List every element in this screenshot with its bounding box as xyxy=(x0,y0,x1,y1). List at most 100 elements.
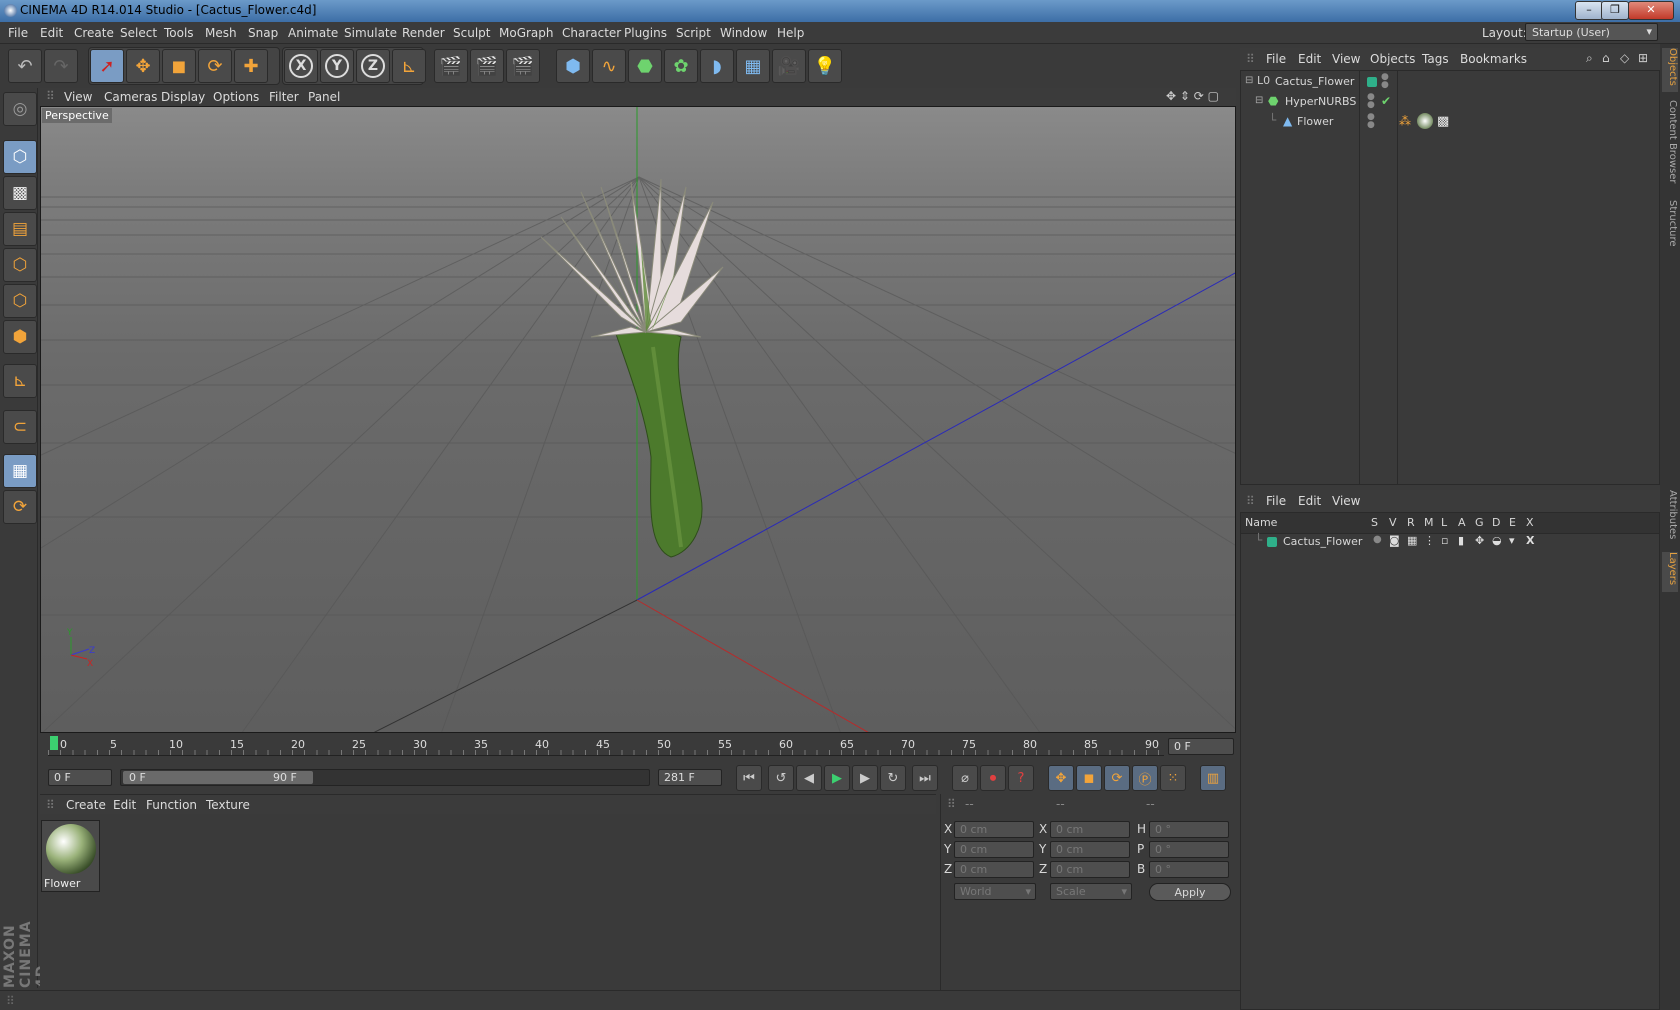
move-button[interactable]: ✥ xyxy=(126,49,160,83)
position-z-field[interactable]: 0 cm xyxy=(954,861,1034,878)
layer-menu-edit[interactable]: Edit xyxy=(1298,494,1321,508)
menu-mesh[interactable]: Mesh xyxy=(205,26,237,40)
add-floor-button[interactable]: ▦ xyxy=(736,49,770,83)
uvw-tag-icon[interactable]: ▩ xyxy=(1437,114,1449,129)
layout-select[interactable]: Startup (User) ▾ xyxy=(1525,23,1658,41)
solo-toggle-icon[interactable]: ● xyxy=(1373,534,1382,545)
next-frame-button[interactable]: ▶ xyxy=(852,765,878,791)
collapse-toggle-icon[interactable]: ⊟ xyxy=(1245,75,1253,86)
axis-z-button[interactable]: Z xyxy=(356,49,390,83)
animation-toggle-icon[interactable]: ▮ xyxy=(1458,534,1464,547)
max-frame-field[interactable]: 281 F xyxy=(658,769,722,786)
tab-attributes[interactable]: Attributes xyxy=(1662,490,1678,548)
playhead-marker[interactable] xyxy=(50,736,58,750)
menu-select[interactable]: Select xyxy=(120,26,157,40)
workplane-lock-button[interactable]: ▦ xyxy=(3,454,37,488)
render-toggle-icon[interactable]: ▦ xyxy=(1407,534,1417,547)
add-cube-button[interactable]: ⬢ xyxy=(556,49,590,83)
model-mode-button[interactable]: ⬡ xyxy=(3,140,37,174)
viewport-menu-display[interactable]: Display xyxy=(161,90,205,104)
minimize-button[interactable]: – xyxy=(1575,1,1603,20)
next-key-button[interactable]: ↻ xyxy=(880,765,906,791)
object-menu-edit[interactable]: Edit xyxy=(1298,52,1321,66)
menu-edit[interactable]: Edit xyxy=(40,26,63,40)
manager-toggle-icon[interactable]: ⋮ xyxy=(1424,534,1435,547)
menu-snap[interactable]: Snap xyxy=(248,26,278,40)
parameter-key-button[interactable]: Ⓟ xyxy=(1132,765,1158,791)
new-panel-icon[interactable]: ⊞ xyxy=(1638,51,1648,65)
menu-file[interactable]: File xyxy=(8,26,28,40)
rotate-button[interactable]: ⟳ xyxy=(198,49,232,83)
enabled-check-icon[interactable]: ✔ xyxy=(1381,94,1391,108)
add-mograph-button[interactable]: ✿ xyxy=(664,49,698,83)
add-deformer-button[interactable]: ◗ xyxy=(700,49,734,83)
add-tool-button[interactable]: ✚ xyxy=(234,49,268,83)
axis-x-button[interactable]: X xyxy=(284,49,318,83)
size-y-field[interactable]: 0 cm xyxy=(1050,841,1130,858)
size-x-field[interactable]: 0 cm xyxy=(1050,821,1130,838)
maximize-button[interactable]: ❐ xyxy=(1601,1,1629,20)
previous-key-button[interactable]: ↺ xyxy=(768,765,794,791)
visibility-dots-icon[interactable]: ● ● xyxy=(1367,113,1375,130)
position-key-button[interactable]: ✥ xyxy=(1048,765,1074,791)
object-menu-tags[interactable]: Tags xyxy=(1422,52,1449,66)
add-camera-button[interactable]: 🎥 xyxy=(772,49,806,83)
live-select-button[interactable]: ➚ xyxy=(90,49,124,83)
deformer-toggle-icon[interactable]: ◒ xyxy=(1492,534,1502,547)
tab-layers[interactable]: Layers xyxy=(1662,552,1678,592)
layer-row[interactable]: └ Cactus_Flower ● ◙ ▦ ⋮ ▫ ▮ ✥ ◒ ▾ X xyxy=(1241,533,1659,553)
menu-simulate[interactable]: Simulate xyxy=(344,26,397,40)
layer-menu-view[interactable]: View xyxy=(1332,494,1360,508)
object-menu-file[interactable]: File xyxy=(1266,52,1286,66)
menu-character[interactable]: Character xyxy=(562,26,621,40)
menu-sculpt[interactable]: Sculpt xyxy=(453,26,490,40)
viewport-nav-icons[interactable]: ✥ ⇕ ⟳ ▢ xyxy=(1166,89,1219,103)
render-settings-button[interactable]: 🎬 xyxy=(506,49,540,83)
go-to-start-button[interactable]: ⏮ xyxy=(736,765,762,791)
object-row[interactable]: ⊟ L0 Cactus_Flower ● ● xyxy=(1241,73,1659,93)
frame-readout-field[interactable]: 0 F xyxy=(1168,738,1234,755)
viewport-menu-filter[interactable]: Filter xyxy=(269,90,299,104)
texture-mode-button[interactable]: ▩ xyxy=(3,176,37,210)
viewport-menu-view[interactable]: View xyxy=(64,90,92,104)
generator-toggle-icon[interactable]: ✥ xyxy=(1475,534,1484,547)
visibility-dots-icon[interactable]: ● ● xyxy=(1367,93,1375,110)
position-y-field[interactable]: 0 cm xyxy=(954,841,1034,858)
scale-key-button[interactable]: ◼ xyxy=(1076,765,1102,791)
add-light-button[interactable]: 💡 xyxy=(808,49,842,83)
material-swatch[interactable]: Flower xyxy=(41,820,100,892)
rotation-b-field[interactable]: 0 ° xyxy=(1149,861,1229,878)
add-nurbs-button[interactable]: ⬣ xyxy=(628,49,662,83)
play-button[interactable]: ▶ xyxy=(824,765,850,791)
eye-icon[interactable]: ◙ xyxy=(1389,534,1400,547)
coordinate-system-button[interactable]: ⊾ xyxy=(392,49,426,83)
menu-render[interactable]: Render xyxy=(402,26,445,40)
size-z-field[interactable]: 0 cm xyxy=(1050,861,1130,878)
make-editable-button[interactable]: ◎ xyxy=(3,92,37,126)
viewport-menu-options[interactable]: Options xyxy=(213,90,259,104)
go-to-end-button[interactable]: ⏭ xyxy=(912,765,938,791)
expression-toggle-icon[interactable]: ▾ xyxy=(1509,534,1515,547)
timeline-ruler[interactable]: 0 5 10 15 20 25 30 35 40 45 50 55 60 65 … xyxy=(48,734,1168,758)
render-view-button[interactable]: 🎬 xyxy=(434,49,468,83)
home-icon[interactable]: ⌂ xyxy=(1602,51,1610,65)
material-menu-texture[interactable]: Texture xyxy=(206,798,250,812)
timeline-button[interactable]: ▥ xyxy=(1200,765,1226,791)
pla-key-button[interactable]: ⁙ xyxy=(1160,765,1186,791)
object-menu-view[interactable]: View xyxy=(1332,52,1360,66)
current-frame-field[interactable]: 0 F xyxy=(48,769,112,786)
polygons-mode-button[interactable]: ⬢ xyxy=(3,320,37,354)
points-mode-button[interactable]: ⬡ xyxy=(3,248,37,282)
menu-mograph[interactable]: MoGraph xyxy=(499,26,554,40)
menu-tools[interactable]: Tools xyxy=(164,26,194,40)
material-menu-create[interactable]: Create xyxy=(66,798,106,812)
axis-mode-button[interactable]: ⊾ xyxy=(3,364,37,398)
menu-help[interactable]: Help xyxy=(777,26,804,40)
menu-script[interactable]: Script xyxy=(676,26,711,40)
add-spline-button[interactable]: ∿ xyxy=(592,49,626,83)
viewport-menu-cameras[interactable]: Cameras xyxy=(104,90,157,104)
menu-create[interactable]: Create xyxy=(74,26,114,40)
rotation-key-button[interactable]: ⟳ xyxy=(1104,765,1130,791)
rotation-p-field[interactable]: 0 ° xyxy=(1149,841,1229,858)
tab-content-browser[interactable]: Content Browser xyxy=(1662,100,1678,192)
